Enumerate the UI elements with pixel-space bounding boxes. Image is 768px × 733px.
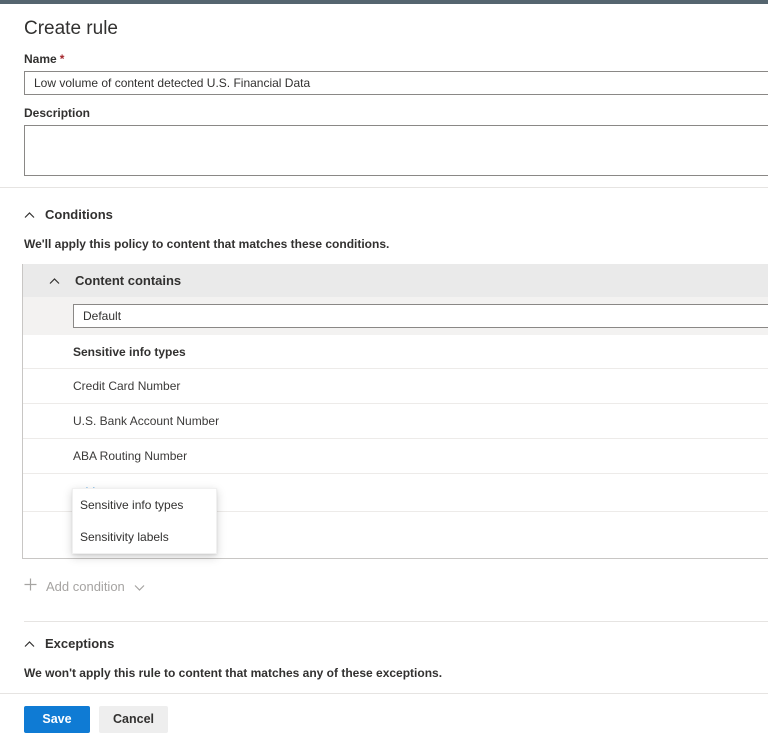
description-input[interactable]: [24, 125, 768, 176]
add-dropdown-menu: Sensitive info types Sensitivity labels: [72, 488, 217, 554]
exceptions-section-header[interactable]: Exceptions: [24, 637, 768, 651]
description-label: Description: [24, 106, 768, 120]
name-input[interactable]: [24, 71, 768, 95]
conditions-heading: Conditions: [45, 208, 113, 222]
chevron-up-icon[interactable]: [24, 212, 35, 219]
sensitive-info-type-row: U.S. Bank Account Number: [23, 404, 768, 439]
cancel-button[interactable]: Cancel: [99, 706, 168, 733]
plus-icon: [24, 578, 37, 594]
conditions-description: We'll apply this policy to content that …: [24, 237, 768, 251]
page-title: Create rule: [24, 17, 768, 41]
sensitive-info-type-label: U.S. Bank Account Number: [73, 414, 219, 428]
sensitive-info-type-label: Credit Card Number: [73, 379, 180, 393]
group-name-row: [23, 297, 768, 335]
divider: [0, 187, 768, 188]
save-button[interactable]: Save: [24, 706, 90, 733]
divider: [24, 621, 768, 622]
sensitive-info-types-header: Sensitive info types: [73, 345, 186, 359]
footer-actions: Save Cancel: [24, 706, 768, 733]
sensitive-info-type-label: ABA Routing Number: [73, 449, 187, 463]
chevron-down-icon: [134, 579, 145, 594]
conditions-section-header[interactable]: Conditions: [24, 208, 768, 222]
condition-group-title: Content contains: [75, 273, 181, 288]
group-name-input[interactable]: [73, 304, 768, 328]
add-condition-button[interactable]: Add condition: [24, 578, 145, 594]
top-accent-bar: [0, 0, 768, 4]
menu-item-sensitive-info-types[interactable]: Sensitive info types: [73, 489, 216, 521]
create-rule-form: Create rule Name* Description Conditions…: [0, 17, 768, 733]
exceptions-description: We won't apply this rule to content that…: [24, 666, 768, 680]
condition-group-header[interactable]: Content contains: [23, 264, 768, 297]
menu-item-sensitivity-labels[interactable]: Sensitivity labels: [73, 521, 216, 553]
sensitive-info-type-row: ABA Routing Number: [23, 439, 768, 474]
sensitive-info-type-row: Credit Card Number: [23, 369, 768, 404]
divider: [0, 693, 768, 694]
name-label: Name*: [24, 52, 768, 66]
exceptions-heading: Exceptions: [45, 637, 114, 651]
required-asterisk: *: [60, 52, 65, 66]
chevron-up-icon[interactable]: [24, 641, 35, 648]
chevron-up-icon: [49, 273, 60, 288]
list-header-row: Sensitive info types: [23, 335, 768, 369]
